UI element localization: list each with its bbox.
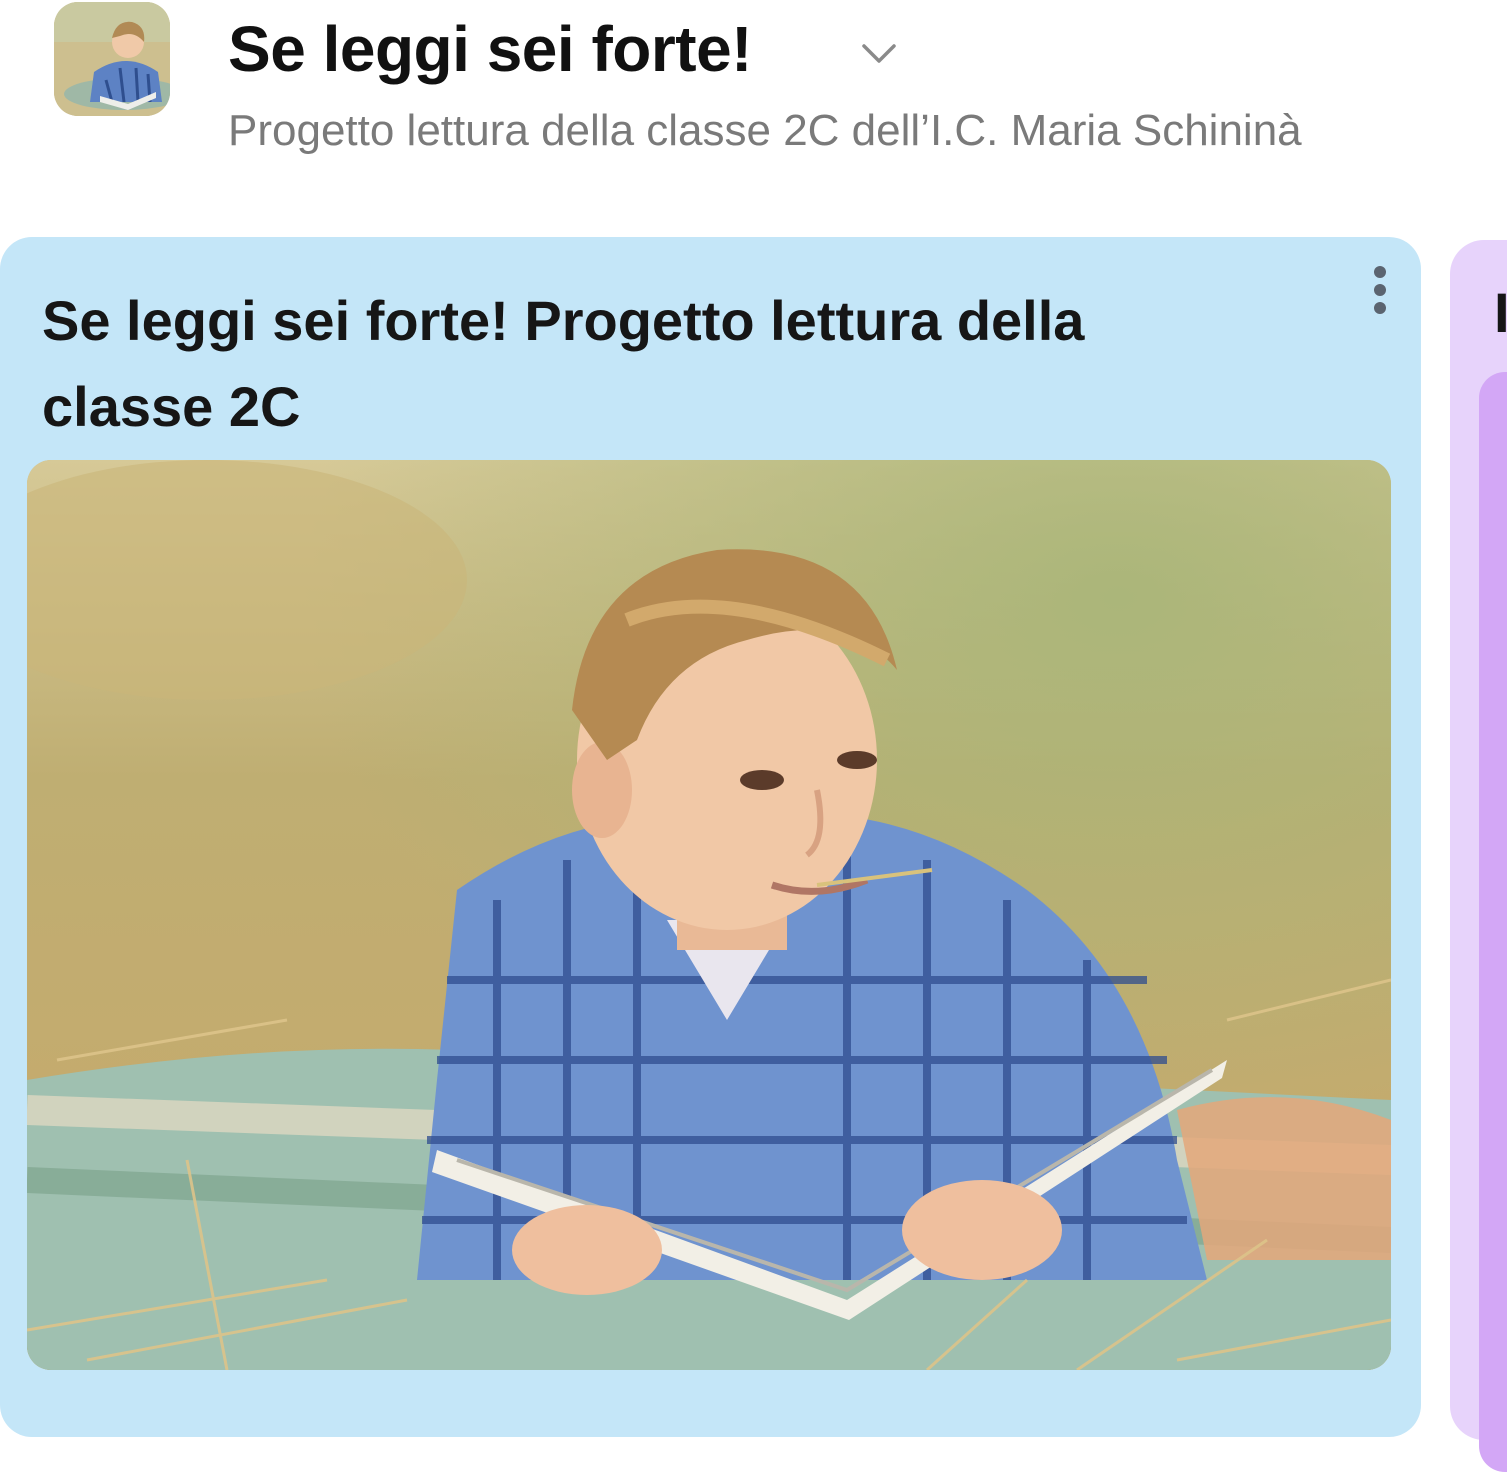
menu-dot [1374,284,1386,296]
board-subtitle: Progetto lettura della classe 2C dell’I.… [228,106,1302,155]
board-avatar[interactable] [54,2,170,116]
next-section-title[interactable]: I [1494,280,1507,345]
chevron-down-icon[interactable] [858,36,900,70]
more-vertical-icon[interactable] [1362,262,1398,318]
menu-dot [1374,302,1386,314]
section-title[interactable]: Se leggi sei forte! Progetto lettura del… [42,278,1262,450]
post-image[interactable] [27,460,1391,1370]
boy-reading-book-in-field-illustration [27,460,1391,1370]
next-section-post[interactable] [1479,372,1507,1472]
menu-dot [1374,266,1386,278]
boy-reading-thumbnail-icon [54,2,170,116]
board-title[interactable]: Se leggi sei forte! [228,12,752,86]
